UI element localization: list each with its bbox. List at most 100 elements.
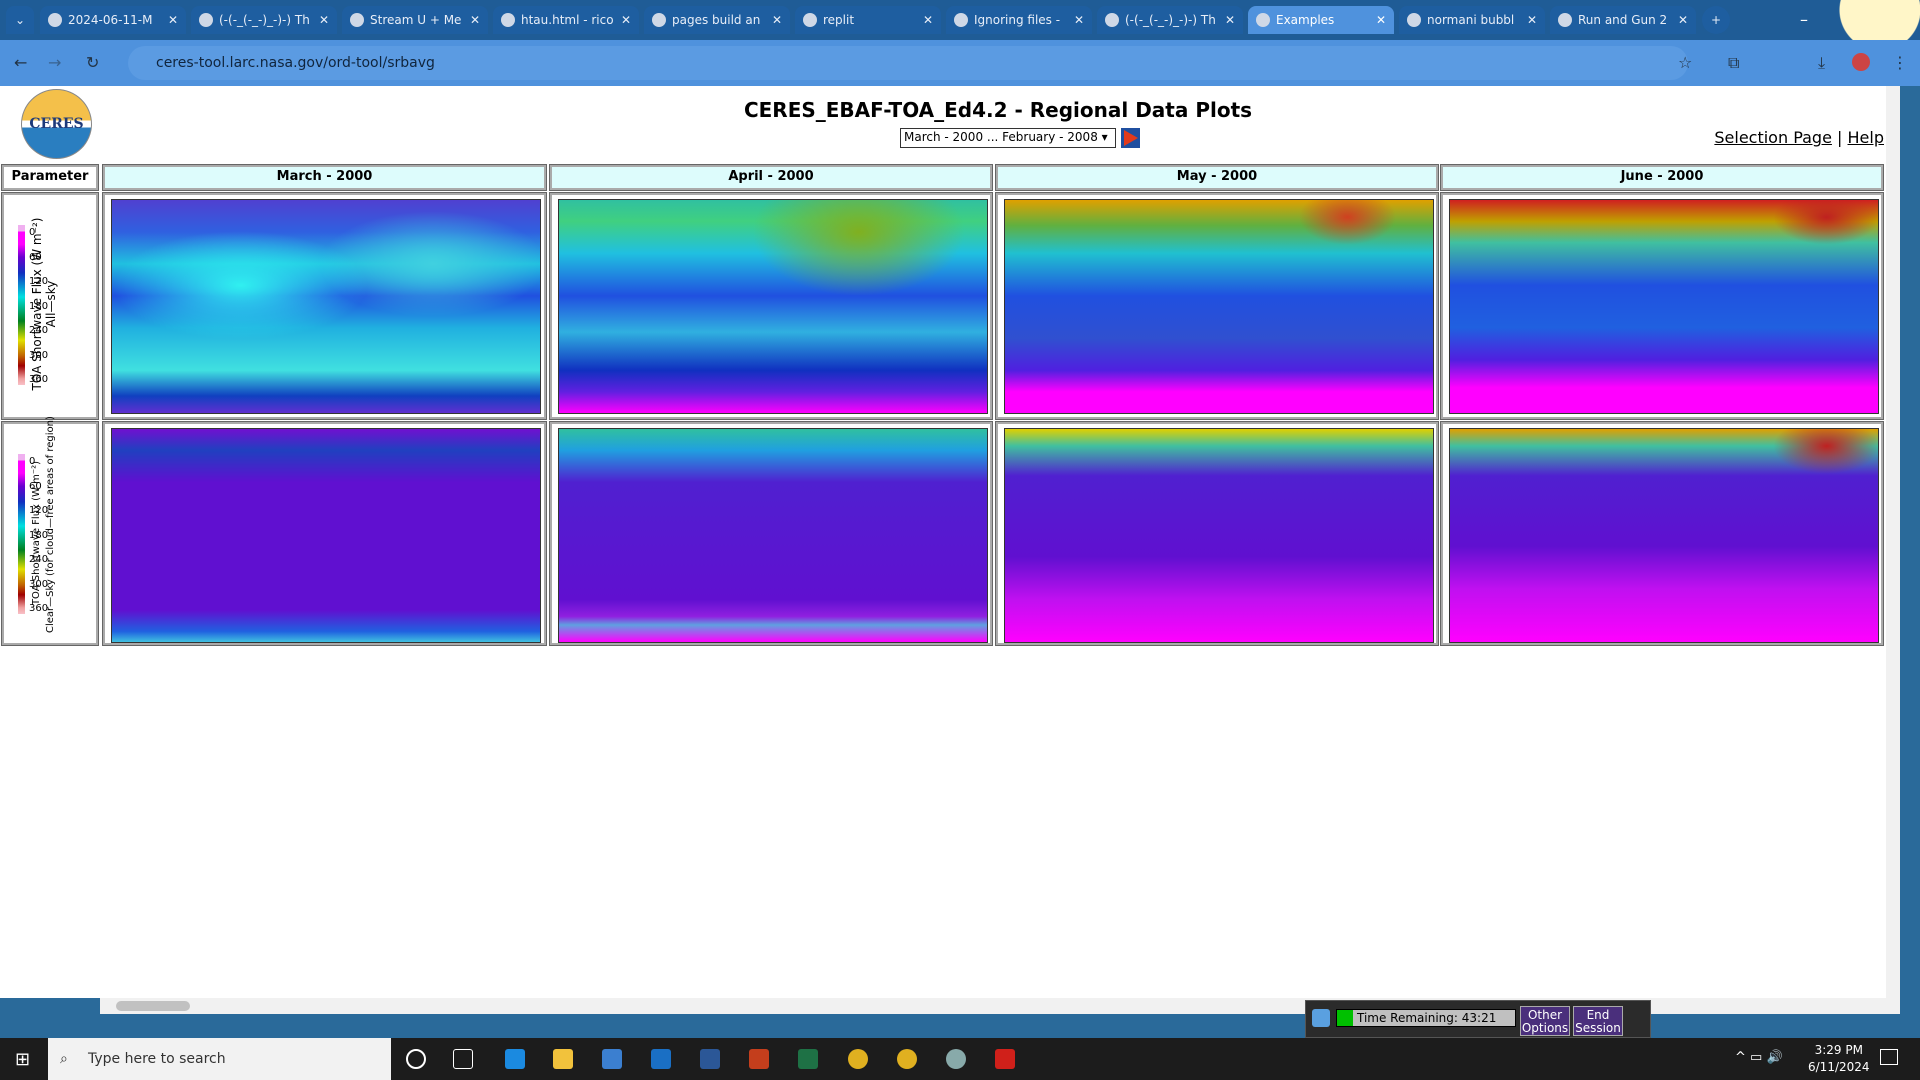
header-links: Selection Page | Help [1714, 128, 1884, 147]
session-computer-icon [1312, 1009, 1330, 1027]
browser-tab[interactable]: Examples ✕ [1248, 6, 1394, 34]
tab-strip: ⌄ 2024-06-11-M ✕ (-(-_(-_-)_-)-) Th ✕ Stream… [0, 0, 1920, 40]
reload-button[interactable]: ↻ [86, 53, 99, 72]
close-tab-icon[interactable]: ✕ [1376, 13, 1386, 27]
taskbar-search[interactable]: ⌕ Type here to search [48, 1038, 391, 1080]
trash-icon [1558, 13, 1572, 27]
close-tab-icon[interactable]: ✕ [319, 13, 329, 27]
extensions-icon[interactable]: ⧉ [1728, 53, 1739, 73]
forward-button[interactable]: → [48, 53, 61, 72]
regional-flux-map[interactable] [1004, 199, 1434, 414]
regional-flux-map[interactable] [558, 199, 988, 414]
close-tab-icon[interactable]: ✕ [1527, 13, 1537, 27]
back-button[interactable]: ← [14, 53, 27, 72]
month-header: April - 2000 [549, 164, 993, 191]
menu-icon[interactable]: ⋮ [1892, 53, 1908, 72]
session-timer-widget: Time Remaining: 43:21 Other Options End … [1305, 1000, 1651, 1038]
end-session-button[interactable]: End Session [1573, 1006, 1623, 1036]
parameter-label: TOA Shortwave Flux (W m⁻²) All—sky [30, 204, 58, 404]
browser-tab[interactable]: Ignoring files - ✕ [946, 6, 1092, 34]
link-separator: | [1837, 128, 1843, 147]
browser-tab[interactable]: Run and Gun 2 ✕ [1550, 6, 1696, 34]
close-tab-icon[interactable]: ✕ [923, 13, 933, 27]
minimize-button[interactable]: – [1800, 10, 1808, 29]
browser-tab[interactable]: pages build an ✕ [644, 6, 790, 34]
regional-flux-map[interactable] [111, 199, 541, 414]
time-remaining-bar: Time Remaining: 43:21 [1336, 1009, 1516, 1027]
vertical-scrollbar[interactable] [1886, 86, 1900, 1014]
cortana-icon[interactable] [406, 1049, 426, 1069]
plot-cell [549, 421, 993, 646]
plot-cell [1440, 421, 1884, 646]
selection-page-link[interactable]: Selection Page [1714, 128, 1832, 147]
word-icon[interactable] [700, 1049, 720, 1069]
other-options-button[interactable]: Other Options [1520, 1006, 1570, 1036]
remote-app-icon[interactable] [946, 1049, 966, 1069]
address-bar[interactable]: ceres-tool.larc.nasa.gov/ord-tool/srbavg [128, 46, 1688, 80]
browser-toolbar: ← → ↻ ceres-tool.larc.nasa.gov/ord-tool/… [0, 40, 1920, 86]
tray-icons[interactable]: ^ ▭ 🔊 [1735, 1050, 1783, 1065]
bookmark-star-icon[interactable]: ☆ [1678, 53, 1692, 72]
chrome-icon-2[interactable] [897, 1049, 917, 1069]
plot-cell [102, 421, 547, 646]
excel-icon[interactable] [798, 1049, 818, 1069]
github-icon [954, 13, 968, 27]
scrollbar-thumb[interactable] [116, 1001, 190, 1011]
regional-flux-map[interactable] [1449, 199, 1879, 414]
notifications-icon[interactable] [1880, 1049, 1898, 1065]
browser-tab[interactable]: 2024-06-11-M ✕ [40, 6, 186, 34]
go-arrow-button[interactable] [1121, 128, 1140, 148]
page-title: CERES_EBAF-TOA_Ed4.2 - Regional Data Plo… [743, 98, 1253, 122]
profile-avatar[interactable] [1852, 53, 1870, 71]
store-icon[interactable] [602, 1049, 622, 1069]
globe-icon [199, 13, 213, 27]
tab-title: 2024-06-11-M [68, 13, 153, 27]
chrome-icon[interactable] [848, 1049, 868, 1069]
github-icon [48, 13, 62, 27]
globe-icon [1256, 13, 1270, 27]
browser-tab[interactable]: normani bubbl ✕ [1399, 6, 1545, 34]
tab-search-button[interactable]: ⌄ [6, 6, 34, 34]
plot-cell [1440, 192, 1884, 420]
download-icon[interactable]: ⤓ [1818, 53, 1825, 73]
tab-title: htau.html - rico [521, 13, 614, 27]
browser-tab[interactable]: replit ✕ [795, 6, 941, 34]
powerpoint-icon[interactable] [749, 1049, 769, 1069]
regional-flux-map[interactable] [558, 428, 988, 643]
acrobat-icon[interactable] [995, 1049, 1015, 1069]
regional-flux-map[interactable] [1449, 428, 1879, 643]
github-icon [652, 13, 666, 27]
plot-cell [102, 192, 547, 420]
close-tab-icon[interactable]: ✕ [470, 13, 480, 27]
close-tab-icon[interactable]: ✕ [772, 13, 782, 27]
google-icon [1407, 13, 1421, 27]
parameter-cell: 0 60 120 180 240 300 360 TOA Shortwave Flux (W … [1, 192, 99, 420]
regional-flux-map[interactable] [111, 428, 541, 643]
close-tab-icon[interactable]: ✕ [168, 13, 178, 27]
browser-tab[interactable]: Stream U + Me ✕ [342, 6, 488, 34]
tab-title: (-(-_(-_-)_-)-) Th [1125, 13, 1216, 27]
clock[interactable]: 3:29 PM 6/11/2024 [1808, 1042, 1870, 1076]
month-range-select[interactable]: March - 2000 ... February - 2008 ▾ [900, 128, 1116, 148]
regional-flux-map[interactable] [1004, 428, 1434, 643]
windows-start-icon[interactable]: ⊞ [15, 1049, 30, 1070]
close-tab-icon[interactable]: ✕ [1678, 13, 1688, 27]
search-icon: ⌕ [60, 1051, 68, 1067]
parameter-label: TOA Shortwave Flux (W m⁻²) Clear—Sky (for… [30, 416, 58, 633]
close-tab-icon[interactable]: ✕ [1074, 13, 1084, 27]
search-placeholder: Type here to search [88, 1051, 226, 1067]
close-tab-icon[interactable]: ✕ [621, 13, 631, 27]
browser-tab[interactable]: htau.html - rico ✕ [493, 6, 639, 34]
close-tab-icon[interactable]: ✕ [1225, 13, 1235, 27]
tab-title: Ignoring files - [974, 13, 1061, 27]
new-tab-button[interactable]: + [1702, 6, 1730, 34]
mail-icon[interactable] [651, 1049, 671, 1069]
task-view-icon[interactable] [453, 1049, 473, 1069]
browser-tab[interactable]: (-(-_(-_-)_-)-) Th ✕ [1097, 6, 1243, 34]
parameter-name: TOA Shortwave Flux (W m⁻²) [30, 217, 44, 391]
help-link[interactable]: Help [1848, 128, 1884, 147]
file-explorer-icon[interactable] [553, 1049, 573, 1069]
edge-icon[interactable] [505, 1049, 525, 1069]
browser-tab[interactable]: (-(-_(-_-)_-)-) Th ✕ [191, 6, 337, 34]
clock-time: 3:29 PM [1814, 1043, 1863, 1057]
